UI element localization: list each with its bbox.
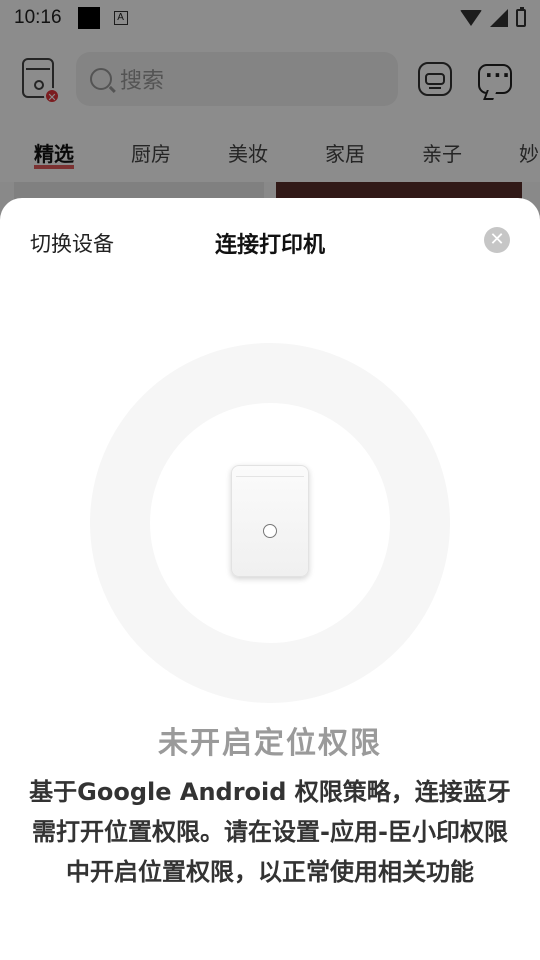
- sheet-title: 连接打印机: [214, 233, 325, 258]
- permission-description: 基于Google Android 权限策略，连接蓝牙需打开位置权限。请在设置-应…: [29, 778, 511, 886]
- search-ring-inner: [150, 403, 390, 643]
- search-ring-outer: [90, 343, 450, 703]
- app-screen: 10:16 A ✕ 搜索 精选 厨房 美妆 家居 亲子 妙 切换设备: [0, 0, 540, 960]
- printer-power-button-icon: [263, 524, 277, 538]
- permission-title: 未开启定位权限: [158, 726, 382, 761]
- printer-illustration: [231, 465, 309, 577]
- close-icon[interactable]: ✕: [484, 227, 510, 253]
- connect-printer-sheet: 切换设备 连接打印机 ✕ 未开启定位权限 基于Google Android 权限…: [0, 198, 540, 960]
